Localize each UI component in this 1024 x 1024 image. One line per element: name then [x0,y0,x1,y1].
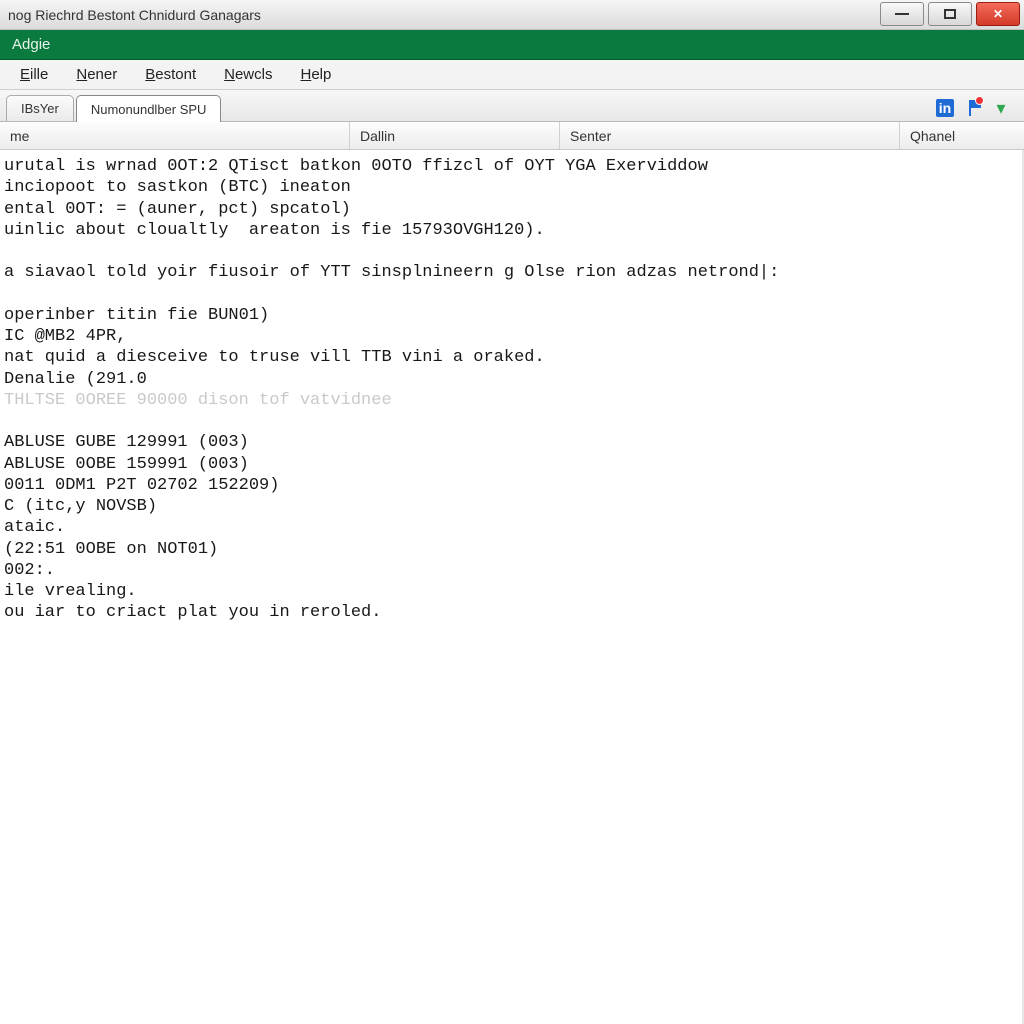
column-header[interactable]: Qhanel [900,122,1024,149]
titlebar: nog Riechrd Bestont Chnidurd Ganagars ✕ [0,0,1024,30]
close-button[interactable]: ✕ [976,2,1020,26]
menu-newcls[interactable]: Newcls [210,62,286,87]
tab-label: IBsYer [21,101,59,116]
tab-ibsyer[interactable]: IBsYer [6,95,74,121]
download-icon[interactable]: ▾ [992,99,1010,117]
message-body: urutal is wrnad 0OT:2 QTisct batkon 0OTO… [0,150,1024,1024]
brand-label: Adgie [12,36,50,53]
tab-label: Numonundlber SPU [91,102,207,117]
column-header-row: me Dallin Senter Qhanel [0,122,1024,150]
column-header[interactable]: Senter [560,122,900,149]
app-window: nog Riechrd Bestont Chnidurd Ganagars ✕ … [0,0,1024,1024]
menu-file[interactable]: Eille [6,62,62,87]
tabstrip: IBsYer Numonundlber SPU in ▾ [0,90,1024,122]
menubar: Eille Nener Bestont Newcls Help [0,60,1024,90]
window-controls: ✕ [880,0,1024,29]
maximize-button[interactable] [928,2,972,26]
toolbar-right: in ▾ [936,99,1018,121]
linkedin-icon[interactable]: in [936,99,954,117]
brand-bar: Adgie [0,30,1024,60]
column-header[interactable]: Dallin [350,122,560,149]
menu-bestont[interactable]: Bestont [131,62,210,87]
window-title: nog Riechrd Bestont Chnidurd Ganagars [8,7,261,23]
menu-help[interactable]: Help [286,62,345,87]
menu-nener[interactable]: Nener [62,62,131,87]
flag-icon[interactable] [964,99,982,117]
minimize-button[interactable] [880,2,924,26]
column-header[interactable]: me [0,122,350,149]
tab-numonundlber[interactable]: Numonundlber SPU [76,95,222,122]
